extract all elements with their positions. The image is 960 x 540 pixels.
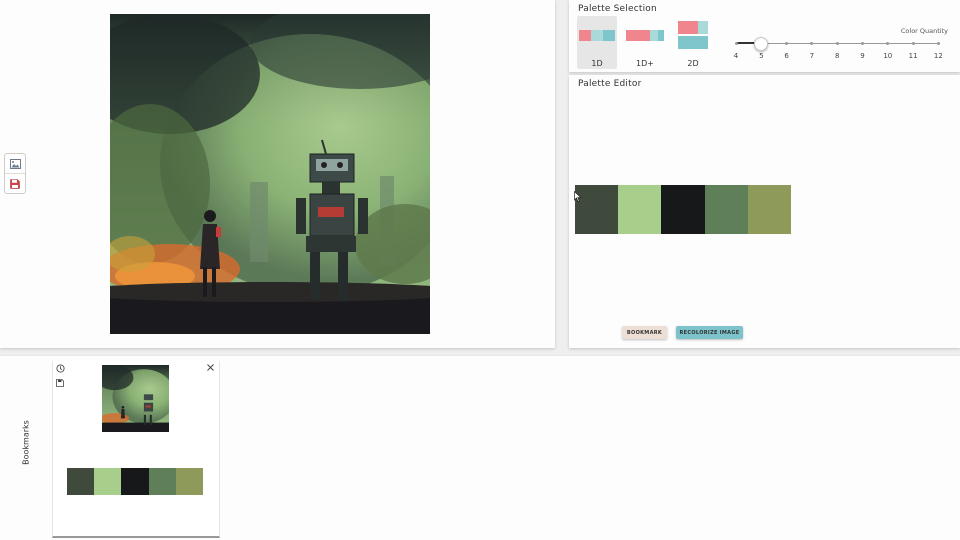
palette-type-1d[interactable]: 1D xyxy=(577,16,617,69)
palette-type-2d[interactable]: 2D xyxy=(673,16,713,69)
bookmark-palette-swatches[interactable] xyxy=(67,468,204,495)
recolorize-image-button[interactable]: RECOLORIZE IMAGE xyxy=(676,326,743,339)
palette-type-1d-plus-preview xyxy=(626,30,664,41)
slider-tick-label: 6 xyxy=(784,52,789,60)
slider-tick-dot[interactable] xyxy=(734,42,738,45)
bookmark-swatch-5[interactable] xyxy=(175,468,204,495)
bookmark-thumbnail[interactable] xyxy=(102,365,169,432)
slider-tick-label: 8 xyxy=(834,52,840,60)
mouse-cursor-icon xyxy=(574,191,582,202)
palette-type-1d-plus[interactable]: 1D+ xyxy=(625,16,665,69)
slider-tick-dot[interactable] xyxy=(835,42,839,45)
palette-type-1d-plus-label: 1D+ xyxy=(636,59,654,68)
slider-tick-label: 11 xyxy=(908,52,918,60)
bookmarks-label: Bookmarks xyxy=(21,420,31,465)
load-image-button[interactable] xyxy=(5,154,25,173)
color-quantity-label: Color Quantity xyxy=(900,27,948,35)
palette-editor-title: Palette Editor xyxy=(578,79,642,89)
image-toolbar xyxy=(4,153,26,194)
palette-swatch-3[interactable] xyxy=(661,185,705,234)
slider-tick-label: 10 xyxy=(883,52,893,60)
slider-tick-label: 12 xyxy=(933,52,943,60)
bookmark-swatch-4[interactable] xyxy=(148,468,176,495)
image-icon xyxy=(9,158,21,169)
slider-tick-dot[interactable] xyxy=(936,42,940,45)
slider-tick-label: 7 xyxy=(809,52,815,60)
save-image-button[interactable] xyxy=(5,173,25,193)
bookmark-swatch-3[interactable] xyxy=(121,468,149,495)
bookmark-swatch-1[interactable] xyxy=(67,468,95,495)
palette-type-2d-label: 2D xyxy=(687,59,699,68)
bookmark-save-icon[interactable] xyxy=(56,379,64,387)
slider-tick-label: 4 xyxy=(733,52,739,60)
slider-tick-dot[interactable] xyxy=(911,42,915,45)
palette-type-1d-label: 1D xyxy=(591,59,603,68)
palette-type-2d-preview xyxy=(678,21,708,49)
palette-editor-swatches xyxy=(575,185,792,234)
source-image xyxy=(110,14,430,334)
slider-tick-label: 5 xyxy=(759,52,764,60)
image-panel xyxy=(0,0,555,348)
slider-tick-dot[interactable] xyxy=(861,42,864,45)
close-icon[interactable] xyxy=(207,364,214,371)
save-icon xyxy=(10,178,20,189)
color-quantity-slider-handle[interactable] xyxy=(754,37,768,51)
slider-tick-label: 9 xyxy=(860,52,865,60)
palette-swatch-4[interactable] xyxy=(704,185,748,234)
palette-selection-title: Palette Selection xyxy=(578,4,657,14)
history-icon[interactable] xyxy=(56,364,65,373)
palette-type-1d-preview xyxy=(579,30,615,41)
palette-swatch-2[interactable] xyxy=(618,185,662,234)
bookmark-swatch-2[interactable] xyxy=(94,468,122,495)
bookmark-button[interactable]: BOOKMARK xyxy=(622,326,667,339)
palette-swatch-5[interactable] xyxy=(747,185,792,234)
